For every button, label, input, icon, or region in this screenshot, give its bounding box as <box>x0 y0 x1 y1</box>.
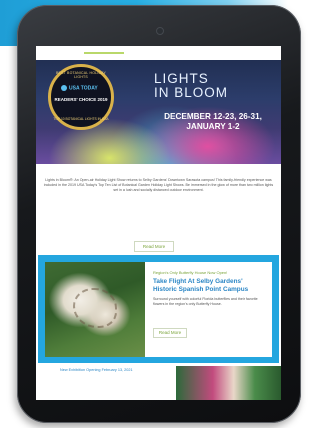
badge-bottom-text: TOP 10 BOTANICAL LIGHTS IN USA <box>53 117 109 121</box>
read-more-button[interactable]: Read More <box>134 241 174 252</box>
feature-card-body: Region's Only Butterfly House Now Open! … <box>45 262 272 357</box>
header-strip <box>36 46 281 60</box>
email-screen: BEST BOTANICAL HOLIDAY LIGHTS USA TODAY … <box>36 46 281 400</box>
feature-title-link[interactable]: Take Flight At Selby Gardens' Historic S… <box>153 278 268 293</box>
feature-card: Region's Only Butterfly House Now Open! … <box>38 255 279 363</box>
badge-choice-text: READERS' CHOICE 2019 <box>54 97 108 102</box>
header-accent-line <box>84 52 124 54</box>
next-story-link[interactable]: New Exhibition Opening February 13, 2021 <box>60 368 150 373</box>
feature-kicker: Region's Only Butterfly House Now Open! <box>153 270 228 275</box>
intro-paragraph: Lights in Bloom®: An Open-air Holiday Li… <box>43 178 274 193</box>
badge-ring-text: BEST BOTANICAL HOLIDAY LIGHTS <box>56 71 106 79</box>
hero-banner[interactable]: BEST BOTANICAL HOLIDAY LIGHTS USA TODAY … <box>36 46 281 164</box>
hero-dates: DECEMBER 12-23, 26-31, JANUARY 1-2 <box>164 112 262 131</box>
butterfly-photo[interactable] <box>45 262 145 357</box>
feature-description: Surround yourself with colorful Florida … <box>153 297 258 306</box>
badge-logo: USA TODAY <box>61 85 101 93</box>
camera-icon <box>156 27 164 35</box>
butterfly-wing-pattern <box>73 288 117 328</box>
feature-read-more-button[interactable]: Read More <box>153 328 187 338</box>
next-story-photo[interactable] <box>176 366 281 400</box>
hero-title: LIGHTS IN BLOOM <box>154 71 229 100</box>
readers-choice-badge: BEST BOTANICAL HOLIDAY LIGHTS USA TODAY … <box>48 64 114 130</box>
